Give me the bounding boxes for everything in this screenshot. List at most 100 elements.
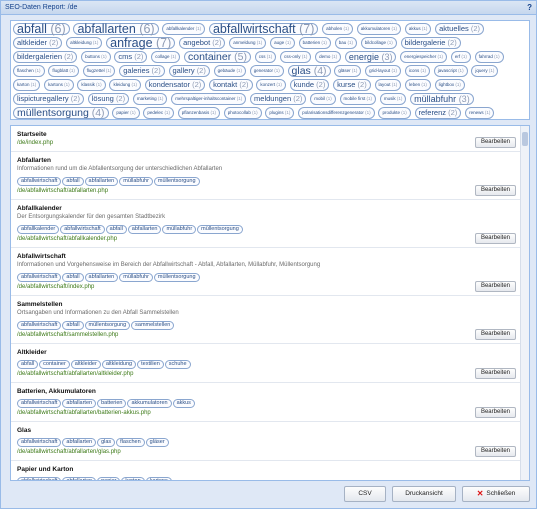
tag-cloud-item[interactable]: css (1)	[254, 51, 277, 63]
keyword-tag[interactable]: schuhe	[164, 360, 191, 369]
help-icon[interactable]: ?	[527, 3, 532, 12]
tag-cloud-item[interactable]: abfallarten (6)	[73, 23, 159, 35]
tag-cloud-item[interactable]: javascript (1)	[433, 65, 468, 77]
close-button[interactable]: ✕ Schließen	[462, 486, 530, 502]
tag-cloud-item[interactable]: gebäude (1)	[213, 65, 246, 77]
page-path[interactable]: /de/abfallwirtschaft/index.php	[17, 283, 514, 292]
keyword-tag[interactable]: abfallarten	[62, 399, 97, 408]
tag-cloud-item[interactable]: meldungen (2)	[250, 93, 307, 105]
tag-cloud-item[interactable]: kurse (2)	[333, 79, 371, 91]
tag-cloud-item[interactable]: mobile first (1)	[339, 93, 377, 105]
keyword-tag[interactable]: abfall	[105, 225, 127, 234]
edit-button[interactable]: Bearbeiten	[474, 368, 516, 379]
keyword-tag[interactable]: abfallwirtschaft	[17, 177, 62, 186]
tag-cloud-item[interactable]: jquery (1)	[471, 65, 499, 77]
tag-cloud-item[interactable]: müllabfuhr (3)	[410, 93, 474, 105]
tag-cloud-item[interactable]: buttons (1)	[81, 51, 111, 63]
tag-cloud-item[interactable]: musik (1)	[379, 93, 407, 105]
tag-cloud-item[interactable]: mobil (1)	[310, 93, 336, 105]
tag-cloud-item[interactable]: lispicturegallery (2)	[13, 93, 84, 105]
tag-cloud-item[interactable]: flugzettel (1)	[82, 65, 116, 77]
tag-cloud-item[interactable]: papier (1)	[112, 107, 140, 119]
tag-cloud-item[interactable]: angebot (2)	[179, 37, 226, 49]
keyword-tag[interactable]: abfallwirtschaft	[17, 321, 62, 330]
tag-cloud-item[interactable]: klassik (1)	[77, 79, 106, 91]
tag-cloud-item[interactable]: demo (1)	[315, 51, 342, 63]
keyword-tag[interactable]: müllentsorgung	[153, 273, 200, 282]
keyword-tag[interactable]: abfallwirtschaft	[17, 477, 62, 480]
keyword-tag[interactable]: abfallwirtschaft	[60, 225, 105, 234]
tag-cloud-item[interactable]: glas (4)	[287, 65, 331, 77]
page-path[interactable]: /de/abfallwirtschaft/abfallarten/batteri…	[17, 409, 514, 418]
keyword-tag[interactable]: batterien	[97, 399, 127, 408]
tag-cloud-item[interactable]: lightbox (1)	[434, 79, 465, 91]
tag-cloud-item[interactable]: anmeldung (1)	[229, 37, 267, 49]
keyword-tag[interactable]: altkleidung	[101, 360, 137, 369]
tag-cloud-item[interactable]: anfrage (7)	[106, 37, 176, 49]
tag-cloud-item[interactable]: abfallkalender (1)	[162, 23, 206, 35]
tag-cloud-item[interactable]: karton (1)	[13, 79, 41, 91]
tag-cloud-item[interactable]: abholen (1)	[322, 23, 353, 35]
keyword-tag[interactable]: müllabfuhr	[119, 177, 153, 186]
edit-button[interactable]: Bearbeiten	[474, 137, 516, 148]
keyword-tag[interactable]: akkumulatoren	[127, 399, 172, 408]
keyword-tag[interactable]: abfall	[62, 177, 84, 186]
edit-button[interactable]: Bearbeiten	[474, 233, 516, 244]
tag-cloud-item[interactable]: marketing (1)	[132, 93, 168, 105]
tag-cloud-item[interactable]: abfall (6)	[13, 23, 70, 35]
tag-cloud-item[interactable]: bildcollage (1)	[360, 37, 397, 49]
keyword-tag[interactable]: abfall	[62, 273, 84, 282]
edit-button[interactable]: Bearbeiten	[474, 446, 516, 457]
tag-cloud-item[interactable]: bildergalerie (2)	[400, 37, 461, 49]
tag-cloud-item[interactable]: icons (1)	[404, 65, 430, 77]
tag-cloud-item[interactable]: kontakt (2)	[209, 79, 253, 91]
tag-cloud-item[interactable]: auge (1)	[270, 37, 295, 49]
tag-cloud-item[interactable]: altkleidung (1)	[66, 37, 103, 49]
keyword-tag[interactable]: abfallwirtschaft	[17, 399, 62, 408]
keyword-tag[interactable]: abfallarten	[84, 273, 119, 282]
tag-cloud-item[interactable]: fahrrad (1)	[474, 51, 504, 63]
scrollbar-thumb[interactable]	[522, 132, 528, 146]
keyword-tag[interactable]: abfallwirtschaft	[17, 273, 62, 282]
tag-cloud-item[interactable]: collage (1)	[151, 51, 181, 63]
keyword-tag[interactable]: abfallarten	[127, 225, 162, 234]
tag-cloud-item[interactable]: akkus (1)	[404, 23, 432, 35]
keyword-tag[interactable]: abfall	[17, 360, 39, 369]
tag-cloud-item[interactable]: renews (1)	[465, 107, 495, 119]
tag-cloud-item[interactable]: aktuelles (2)	[435, 23, 485, 35]
tag-cloud-item[interactable]: leben (1)	[405, 79, 431, 91]
tag-cloud-item[interactable]: gläser (1)	[334, 65, 362, 77]
tag-cloud-item[interactable]: photocollab (1)	[223, 107, 262, 119]
keyword-tag[interactable]: glas	[97, 438, 116, 447]
tag-cloud-item[interactable]: produkte (1)	[378, 107, 411, 119]
tag-cloud-item[interactable]: galeries (2)	[119, 65, 165, 77]
keyword-tag[interactable]: kartons	[145, 477, 172, 480]
keyword-tag[interactable]: sammelstellen	[131, 321, 175, 330]
tag-cloud-item[interactable]: gallery (2)	[168, 65, 210, 77]
keyword-tag[interactable]: altkleider	[70, 360, 101, 369]
tag-cloud-item[interactable]: pflanzenbasis (1)	[177, 107, 221, 119]
tag-cloud-item[interactable]: abfallwirtschaft (7)	[208, 23, 319, 35]
tag-cloud-item[interactable]: lösung (2)	[87, 93, 130, 105]
csv-button[interactable]: CSV	[344, 486, 386, 502]
keyword-tag[interactable]: abfallkalender	[17, 225, 60, 234]
page-path[interactable]: /de/index.php	[17, 139, 514, 148]
tag-cloud-item[interactable]: altkleider (2)	[13, 37, 63, 49]
tag-cloud-item[interactable]: referenz (2)	[414, 107, 462, 119]
keyword-tag[interactable]: karton	[121, 477, 145, 480]
edit-button[interactable]: Bearbeiten	[474, 185, 516, 196]
print-view-button[interactable]: Druckansicht	[392, 486, 456, 502]
page-path[interactable]: /de/abfallwirtschaft/abfallkalender.php	[17, 235, 514, 244]
keyword-tag[interactable]: gläser	[145, 438, 169, 447]
tag-cloud-item[interactable]: bau (1)	[334, 37, 357, 49]
keyword-tag[interactable]: müllabfuhr	[162, 225, 197, 234]
keyword-tag[interactable]: müllentsorgung	[84, 321, 131, 330]
tag-cloud-item[interactable]: kunde (2)	[289, 79, 330, 91]
page-path[interactable]: /de/abfallwirtschaft/sammelstellen.php	[17, 331, 514, 340]
keyword-tag[interactable]: müllabfuhr	[119, 273, 153, 282]
keyword-tag[interactable]: müllentsorgung	[197, 225, 243, 234]
keyword-tag[interactable]: abfallarten	[62, 477, 97, 480]
keyword-tag[interactable]: müllentsorgung	[153, 177, 200, 186]
page-path[interactable]: /de/abfallwirtschaft/abfallarten/altklei…	[17, 370, 514, 379]
tag-cloud-item[interactable]: layout (1)	[374, 79, 402, 91]
